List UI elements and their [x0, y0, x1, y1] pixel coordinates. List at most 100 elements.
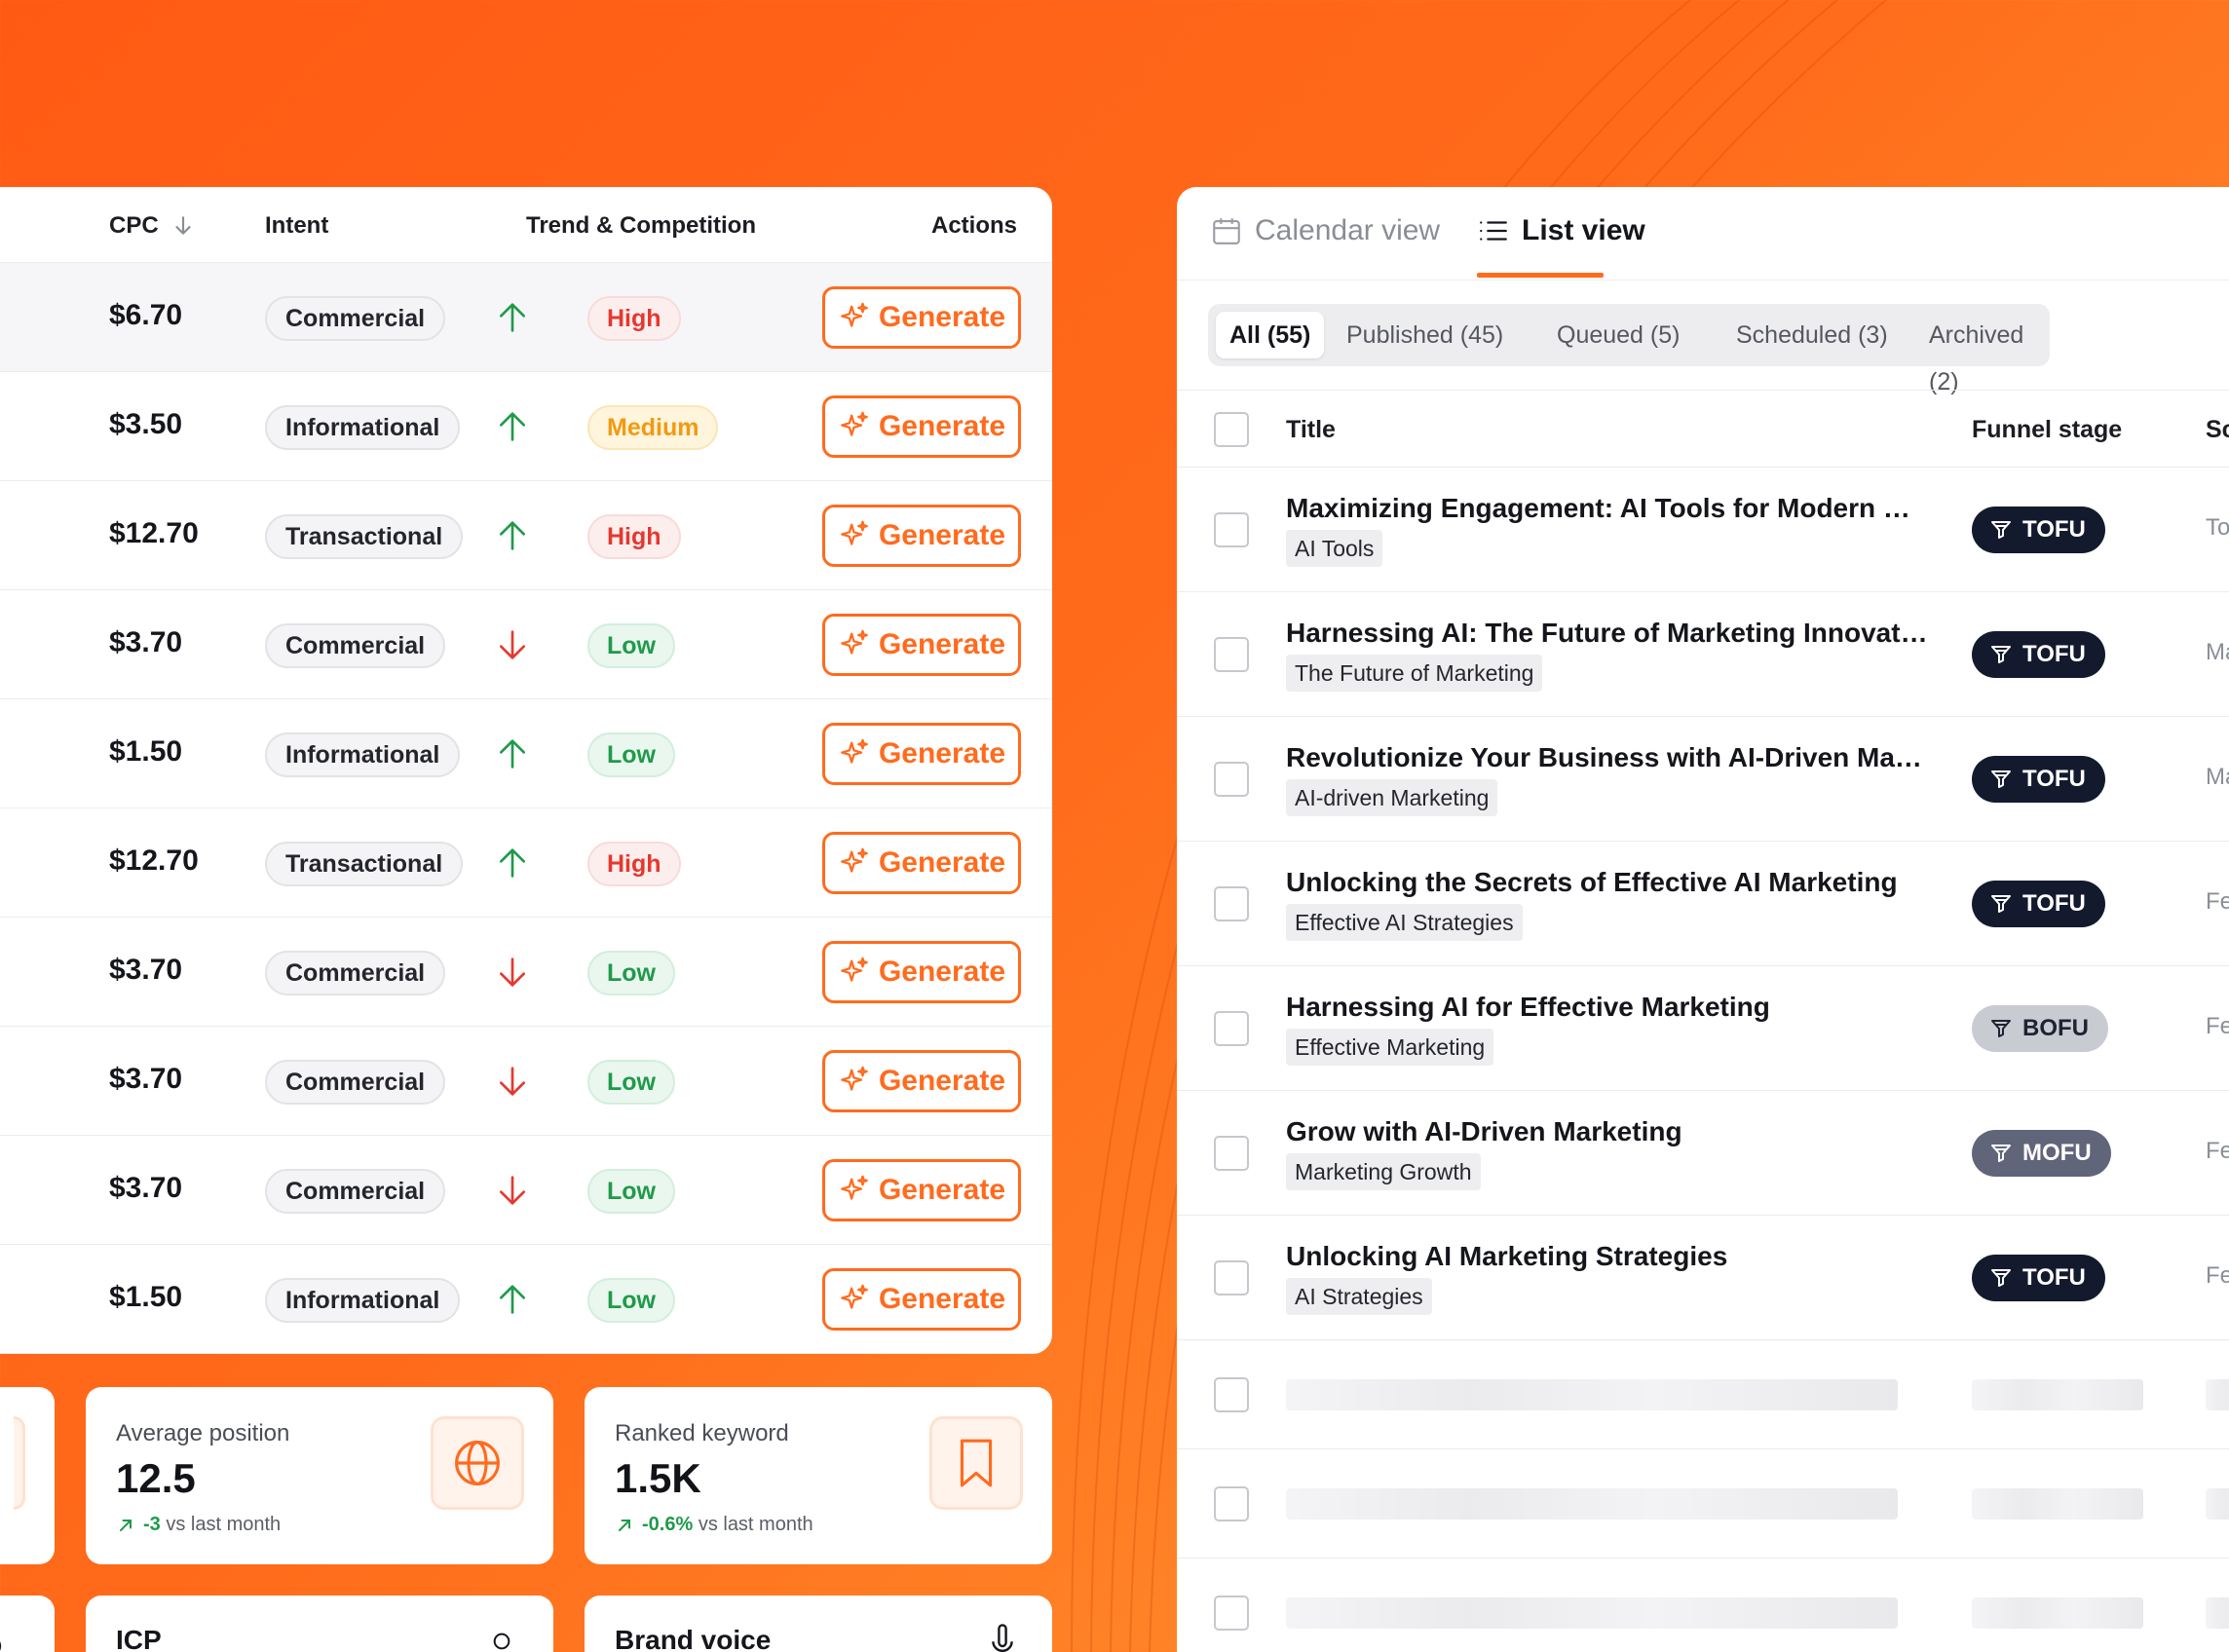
card-title: ICP [116, 1625, 162, 1652]
content-title[interactable]: Harnessing AI: The Future of Marketing I… [1286, 618, 1929, 649]
competition-badge: Low [587, 1169, 675, 1214]
content-title[interactable]: Unlocking AI Marketing Strategies [1286, 1241, 1929, 1272]
skeleton-funnel [1972, 1597, 2143, 1629]
cpc-value: $3.70 [109, 626, 183, 658]
trend-down-icon [500, 630, 525, 659]
row-checkbox[interactable] [1214, 1377, 1249, 1412]
intent-badge: Commercial [265, 1169, 446, 1214]
circle-icon [0, 1641, 2, 1651]
skeleton-title [1286, 1379, 1898, 1410]
arrow-up-right-icon [619, 1519, 630, 1531]
stat-label: Ranked keyword [615, 1420, 789, 1446]
generate-button[interactable]: Generate [822, 941, 1021, 1003]
trend-indicator [493, 516, 532, 555]
competition-badge: Medium [587, 405, 719, 450]
keyword-row[interactable]: $3.70 Commercial Low Generate [0, 918, 1052, 1027]
filter-published[interactable]: Published (45) [1333, 312, 1517, 358]
intent-column-header: Intent [265, 212, 329, 239]
content-row[interactable]: Grow with AI-Driven Marketing Marketing G… [1177, 1091, 2229, 1216]
generate-button[interactable]: Generate [822, 723, 1021, 785]
trend-indicator [493, 407, 532, 446]
intent-badge: Commercial [265, 951, 446, 995]
tab-calendar-view[interactable]: Calendar view [1210, 214, 1440, 247]
trend-column-header: Trend & Competition [526, 212, 756, 239]
tab-list-view[interactable]: List view [1477, 214, 1645, 247]
generate-button[interactable]: Generate [822, 286, 1021, 349]
filter-all[interactable]: All (55) [1216, 312, 1325, 358]
keyword-row[interactable]: $3.70 Commercial Low Generate [0, 590, 1052, 699]
content-row[interactable]: Maximizing Engagement: AI Tools for Mode… [1177, 468, 2229, 592]
keyword-row[interactable]: $1.50 Informational Low Generate [0, 1245, 1052, 1354]
content-list: Maximizing Engagement: AI Tools for Mode… [1177, 468, 2229, 1652]
keyword-row[interactable]: $3.70 Commercial Low Generate [0, 1027, 1052, 1136]
funnel-icon [1991, 1145, 2011, 1162]
row-checkbox[interactable] [1214, 886, 1249, 921]
sparkle-icon [841, 302, 868, 327]
content-title[interactable]: Grow with AI-Driven Marketing [1286, 1116, 1929, 1147]
filter-scheduled[interactable]: Scheduled (3) [1722, 312, 1902, 358]
trend-down-icon [500, 957, 525, 987]
content-title[interactable]: Revolutionize Your Business with AI-Driv… [1286, 742, 1929, 773]
row-checkbox[interactable] [1214, 762, 1249, 797]
keyword-row[interactable]: $6.70 Commercial High Generate [0, 263, 1052, 372]
generate-button[interactable]: Generate [822, 832, 1021, 894]
view-tabs: Calendar view List view [1177, 187, 2229, 281]
ranked-keyword-card: Ranked keyword 1.5K -0.6% vs last month [585, 1387, 1052, 1564]
content-title[interactable]: Harnessing AI for Effective Marketing [1286, 992, 1929, 1023]
funnel-stage-badge: BOFU [1972, 1005, 2108, 1052]
sparkle-icon [841, 1284, 868, 1309]
cpc-value: $3.70 [109, 954, 183, 986]
cpc-value: $1.50 [109, 1281, 183, 1313]
skeleton-schedule [2206, 1379, 2229, 1410]
filter-queued[interactable]: Queued (5) [1543, 312, 1693, 358]
generate-button[interactable]: Generate [822, 1268, 1021, 1331]
row-checkbox[interactable] [1214, 1136, 1249, 1171]
content-row[interactable]: Harnessing AI: The Future of Marketing I… [1177, 592, 2229, 717]
keyword-row[interactable]: 28$12.70TransactionalHighGenerate [0, 808, 1052, 918]
keyword-row[interactable]: $3.70 Commercial Low Generate [0, 1136, 1052, 1245]
generate-button[interactable]: Generate [822, 1050, 1021, 1112]
select-all-checkbox[interactable] [1214, 412, 1249, 447]
filter-archived[interactable]: Archived (2) [1915, 312, 2050, 395]
intent-badge: Commercial [265, 623, 446, 668]
generate-button[interactable]: Generate [822, 505, 1021, 567]
keyword-row[interactable]: $1.50 Informational Low Generate [0, 699, 1052, 808]
content-row[interactable]: Unlocking the Secrets of Effective AI Ma… [1177, 842, 2229, 966]
stat-value: 12.5 [116, 1455, 196, 1501]
row-checkbox[interactable] [1214, 1260, 1249, 1295]
skeleton-schedule [2206, 1597, 2229, 1629]
keyword-row[interactable]: 28$12.70TransactionalHighGenerate [0, 481, 1052, 590]
icp-card: ICP [86, 1596, 553, 1652]
row-checkbox[interactable] [1214, 637, 1249, 672]
competition-badge: High [587, 296, 681, 341]
trend-up-icon [500, 521, 525, 550]
sparkle-icon [841, 629, 868, 655]
stat-card-partial [0, 1387, 55, 1564]
cpc-column-header[interactable]: CPC [109, 212, 196, 240]
content-title[interactable]: Maximizing Engagement: AI Tools for Mode… [1286, 493, 1929, 524]
arrow-up-right-icon [120, 1519, 132, 1531]
status-filter-bar: All (55) Published (45) Queued (5) Sched… [1208, 304, 2050, 395]
keyword-row[interactable]: $3.50 Informational Medium Generate [0, 372, 1052, 481]
content-row[interactable]: Revolutionize Your Business with AI-Driv… [1177, 717, 2229, 842]
trend-down-icon [500, 1067, 525, 1096]
cpc-value: $3.50 [109, 408, 183, 440]
row-checkbox[interactable] [1214, 512, 1249, 547]
content-title[interactable]: Unlocking the Secrets of Effective AI Ma… [1286, 867, 1929, 898]
row-checkbox[interactable] [1214, 1011, 1249, 1046]
schedule-cell: Fe [2206, 1138, 2229, 1164]
actions-column-header: Actions [931, 212, 1018, 239]
keyword-tag: AI Strategies [1286, 1278, 1432, 1315]
competition-badge: Low [587, 1278, 675, 1323]
row-checkbox[interactable] [1214, 1596, 1249, 1631]
row-checkbox[interactable] [1214, 1486, 1249, 1521]
trend-indicator [493, 1062, 532, 1101]
generate-button[interactable]: Generate [822, 395, 1021, 458]
competition-badge: Low [587, 951, 675, 995]
loading-row [1177, 1340, 2229, 1449]
funnel-stage-badge: TOFU [1972, 881, 2105, 927]
generate-button[interactable]: Generate [822, 1159, 1021, 1221]
generate-button[interactable]: Generate [822, 614, 1021, 676]
content-row[interactable]: Harnessing AI for Effective Marketing Eff… [1177, 966, 2229, 1091]
content-row[interactable]: Unlocking AI Marketing Strategies AI Stra… [1177, 1216, 2229, 1340]
